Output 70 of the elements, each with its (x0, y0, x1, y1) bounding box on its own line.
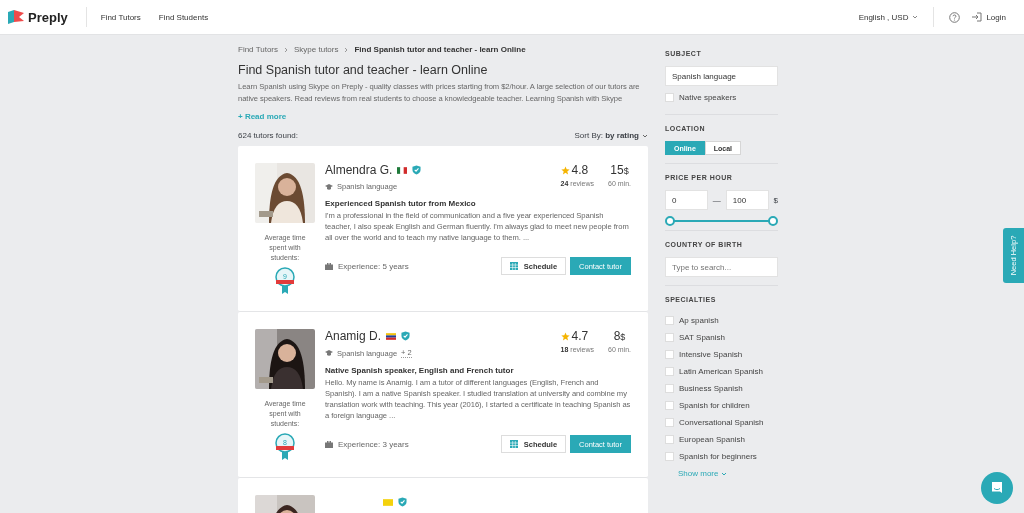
tutor-name[interactable]: Anamig D. (325, 329, 382, 343)
graduation-cap-icon (325, 350, 333, 356)
checkbox[interactable] (665, 367, 674, 376)
star-icon (560, 165, 570, 175)
checkbox-label: European Spanish (679, 435, 745, 444)
checkbox-label: Spanish for children (679, 401, 750, 410)
checkbox[interactable] (665, 435, 674, 444)
checkbox[interactable] (665, 452, 674, 461)
country-search-field[interactable]: Type to search... (665, 257, 778, 277)
graduation-cap-icon (325, 183, 333, 190)
tutors-count: 624 tutors found: (238, 131, 299, 140)
min-price-field[interactable]: 0 (665, 190, 708, 210)
checkbox[interactable] (665, 350, 674, 359)
help-icon[interactable] (949, 11, 961, 23)
checkbox[interactable] (665, 418, 674, 427)
currency-label: $ (773, 195, 778, 205)
checkbox[interactable] (665, 401, 674, 410)
price: 8$ (612, 329, 627, 343)
login-link[interactable]: Login (986, 12, 1006, 22)
subject-field[interactable]: Spanish language (665, 66, 778, 86)
checkbox[interactable] (665, 333, 674, 342)
chat-button[interactable] (981, 472, 1013, 504)
checkbox-label: Spanish for beginners (679, 452, 757, 461)
star-icon (560, 331, 570, 341)
login-icon (972, 12, 983, 22)
nav-link[interactable]: Find Tutors (100, 12, 141, 22)
checkbox[interactable] (665, 316, 674, 325)
checkbox-label: Latin American Spanish (679, 367, 764, 376)
caret-icon (642, 133, 648, 138)
tutor-headline: Experienced Spanish tutor from Mexico (325, 199, 477, 208)
flag-icon (386, 332, 397, 340)
breadcrumb: Find Spanish tutor and teacher - learn Online (354, 45, 526, 54)
checkbox-label: Conversational Spanish (679, 418, 764, 427)
slider-handle[interactable] (665, 216, 675, 226)
chevron-right-icon (343, 46, 350, 53)
range-separator: — (712, 195, 721, 205)
price: 15$ (609, 163, 630, 177)
breadcrumb[interactable]: Find Tutors (238, 45, 278, 54)
slider-handle[interactable] (768, 216, 778, 226)
calendar-icon (509, 262, 518, 270)
checkbox-label: Native speakers (679, 93, 737, 102)
rating-value: 4.7 (571, 329, 589, 343)
logo-text[interactable]: Preply (28, 9, 68, 25)
logo-icon (8, 10, 24, 24)
checkbox-label: Intensive Spanish (679, 350, 743, 359)
chat-icon (990, 481, 1004, 495)
language-currency-selector[interactable]: English , USD (858, 12, 909, 22)
breadcrumb[interactable]: Skype tutors (294, 45, 339, 54)
rating-value: 4.8 (571, 163, 589, 177)
checkbox[interactable] (665, 93, 674, 102)
tutor-headline: Native Spanish speaker, English and French tutor (325, 366, 515, 375)
checkbox[interactable] (665, 384, 674, 393)
caret-icon (912, 15, 919, 19)
checkbox-label: SAT Spanish (679, 333, 725, 342)
calendar-icon (509, 440, 518, 448)
briefcase-icon (325, 262, 333, 270)
experience-label: Experience: 3 years (338, 439, 409, 449)
checkbox-label: Ap spanish (679, 316, 719, 325)
nav-link[interactable]: Find Students (158, 12, 209, 22)
flag-icon (383, 498, 393, 506)
caret-icon (721, 471, 728, 476)
max-price-field[interactable]: 100 (725, 190, 769, 210)
tutor-name[interactable]: Almendra G. (325, 163, 393, 177)
page-title: Find Spanish tutor and teacher - learn Online (238, 63, 489, 77)
briefcase-icon (325, 440, 333, 448)
sort-dropdown[interactable]: Sort By: by rating (574, 131, 639, 140)
flag-icon (397, 166, 408, 174)
checkbox-label: Business Spanish (679, 384, 743, 393)
experience-label: Experience: 5 years (338, 261, 409, 271)
chevron-right-icon (283, 46, 289, 53)
